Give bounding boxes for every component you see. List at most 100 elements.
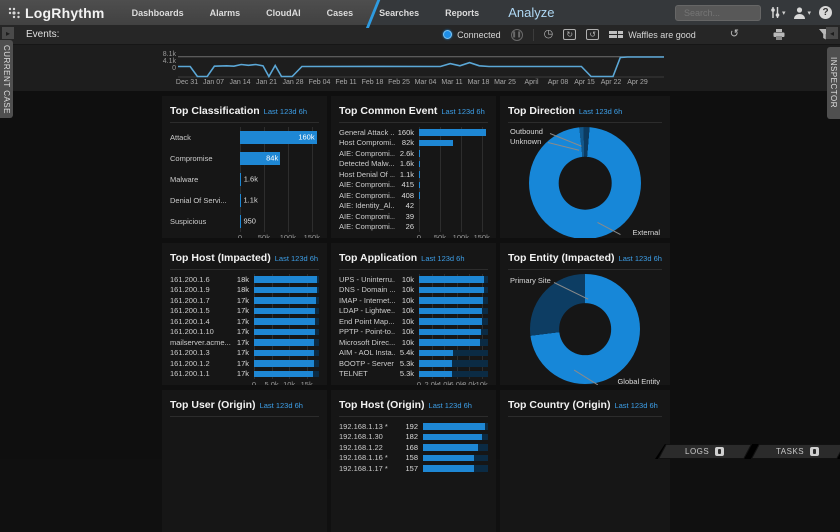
- bar[interactable]: [419, 129, 486, 136]
- bar[interactable]: [423, 444, 478, 451]
- bar[interactable]: [254, 360, 314, 367]
- bar[interactable]: 84k: [240, 152, 280, 165]
- bar[interactable]: [254, 318, 315, 325]
- bar-row[interactable]: Attack160k: [170, 127, 319, 148]
- bar[interactable]: [254, 297, 316, 304]
- bar[interactable]: [419, 140, 453, 147]
- bar-row[interactable]: 161.200.1.117k: [170, 369, 319, 380]
- bar[interactable]: [423, 434, 482, 441]
- bar-row[interactable]: PPTP - Point-to...10k: [339, 327, 488, 338]
- search-input[interactable]: [675, 5, 761, 21]
- bar[interactable]: [254, 308, 315, 315]
- bar[interactable]: [254, 339, 314, 346]
- bar[interactable]: [419, 297, 483, 304]
- help-icon[interactable]: ?: [819, 6, 832, 19]
- bar-row[interactable]: mailserver.acme...17k: [170, 337, 319, 348]
- bar-row[interactable]: BOOTP - Server5.3k: [339, 358, 488, 369]
- bar[interactable]: [419, 276, 484, 283]
- bar[interactable]: [240, 173, 241, 186]
- bar-row[interactable]: AIE: Compromi...408: [339, 190, 488, 201]
- bar-row[interactable]: 192.168.1.16 *158: [339, 453, 488, 464]
- bar[interactable]: [419, 350, 453, 357]
- logrhythm-logo[interactable]: LogRhythm: [0, 5, 119, 21]
- print-icon[interactable]: [773, 29, 785, 40]
- bar-row[interactable]: Microsoft Direc...10k: [339, 337, 488, 348]
- user-menu[interactable]: ▾: [793, 6, 811, 19]
- bar[interactable]: [419, 287, 484, 294]
- bar-row[interactable]: AIM - AOL Insta...5.4k: [339, 348, 488, 359]
- bar-row[interactable]: 161.200.1.517k: [170, 306, 319, 317]
- bar-row[interactable]: 161.200.1.618k: [170, 274, 319, 285]
- bar-row[interactable]: Detected Malw...1.6k: [339, 159, 488, 170]
- bar-row[interactable]: 161.200.1.918k: [170, 285, 319, 296]
- pause-stream-icon[interactable]: ❚❚: [511, 29, 523, 41]
- bar-row[interactable]: 192.168.1.17 *157: [339, 463, 488, 474]
- bar-row[interactable]: Host Compromi...82k: [339, 138, 488, 149]
- nav-item-dashboards[interactable]: Dashboards: [119, 0, 197, 25]
- bar[interactable]: [419, 339, 480, 346]
- bar-row[interactable]: 192.168.1.30182: [339, 432, 488, 443]
- inspector-tab[interactable]: INSPECTOR: [827, 47, 840, 119]
- bar[interactable]: [423, 455, 474, 462]
- bar-row[interactable]: 161.200.1.717k: [170, 295, 319, 306]
- nav-item-cases[interactable]: Cases: [314, 0, 367, 25]
- nav-item-cloudai[interactable]: CloudAI: [253, 0, 314, 25]
- logs-tab[interactable]: LOGS: [658, 444, 751, 459]
- bar-row[interactable]: General Attack ...160k: [339, 127, 488, 138]
- bar-row[interactable]: End Point Map...10k: [339, 316, 488, 327]
- bar[interactable]: [419, 371, 452, 378]
- bar[interactable]: [254, 276, 317, 283]
- donut-ring[interactable]: [529, 127, 641, 238]
- bar-row[interactable]: AIE: Compromi...2.6k: [339, 148, 488, 159]
- bar[interactable]: 160k: [240, 131, 317, 144]
- bar[interactable]: [419, 308, 482, 315]
- current-case-tab[interactable]: CURRENT CASE: [0, 40, 13, 118]
- tasks-tab[interactable]: TASKS: [751, 444, 840, 459]
- replay-gauge-icon[interactable]: ↻: [563, 29, 576, 40]
- waffle-view-button[interactable]: Waffles are good: [609, 30, 696, 40]
- bar[interactable]: [240, 194, 241, 207]
- bar-row[interactable]: Malware1.6k: [170, 169, 319, 190]
- bar-row[interactable]: 161.200.1.317k: [170, 348, 319, 359]
- bar[interactable]: [419, 329, 481, 336]
- tab-analyze[interactable]: Analyze: [492, 0, 568, 25]
- bar-row[interactable]: AIE: Compromi...415: [339, 180, 488, 191]
- nav-item-searches[interactable]: Searches: [366, 0, 432, 25]
- bar-row[interactable]: 161.200.1.217k: [170, 358, 319, 369]
- bar-row[interactable]: Host Denial Of ...1.1k: [339, 169, 488, 180]
- bar[interactable]: [254, 287, 317, 294]
- bar-row[interactable]: 192.168.1.22168: [339, 442, 488, 453]
- bar-row[interactable]: Suspicious950: [170, 211, 319, 232]
- bar-row[interactable]: AIE: Identity_Al...42: [339, 201, 488, 212]
- bar-row[interactable]: 161.200.1.417k: [170, 316, 319, 327]
- bar-row[interactable]: DNS - Domain ...10k: [339, 285, 488, 296]
- bar-row[interactable]: TELNET5.3k: [339, 369, 488, 380]
- nav-item-alarms[interactable]: Alarms: [197, 0, 254, 25]
- bar[interactable]: [254, 329, 315, 336]
- bar[interactable]: [419, 318, 482, 325]
- restore-gauge-icon[interactable]: ↺: [586, 29, 599, 40]
- events-timeline[interactable]: 8.1k4.1k0 Dec 31Jan 07Jan 14Jan 21Jan 28…: [0, 45, 840, 91]
- bar[interactable]: [423, 423, 485, 430]
- bar[interactable]: [254, 350, 314, 357]
- left-panel-toggle-icon[interactable]: ▸: [2, 27, 14, 39]
- bar[interactable]: [419, 150, 420, 157]
- nav-item-reports[interactable]: Reports: [432, 0, 492, 25]
- bar-row[interactable]: 192.168.1.13 *192: [339, 421, 488, 432]
- bar-row[interactable]: AIE: Compromi...39: [339, 211, 488, 222]
- bar-row[interactable]: UPS - Uninterru...10k: [339, 274, 488, 285]
- bar-row[interactable]: 161.200.1.1017k: [170, 327, 319, 338]
- bar[interactable]: [419, 360, 452, 367]
- undo-icon[interactable]: ↺: [730, 29, 739, 40]
- donut-ring[interactable]: [530, 274, 640, 384]
- timeline-plot[interactable]: [178, 54, 664, 78]
- bar[interactable]: [419, 161, 420, 168]
- right-panel-toggle-icon[interactable]: ◂: [826, 27, 838, 39]
- settings-sliders-menu[interactable]: ▾: [769, 6, 786, 19]
- bar-row[interactable]: IMAP - Internet...10k: [339, 295, 488, 306]
- bar[interactable]: [423, 465, 474, 472]
- bar[interactable]: [254, 371, 313, 378]
- bar-row[interactable]: Compromise84k: [170, 148, 319, 169]
- bar-row[interactable]: AIE: Compromi...26: [339, 222, 488, 233]
- bar-row[interactable]: LDAP - Lightwe...10k: [339, 306, 488, 317]
